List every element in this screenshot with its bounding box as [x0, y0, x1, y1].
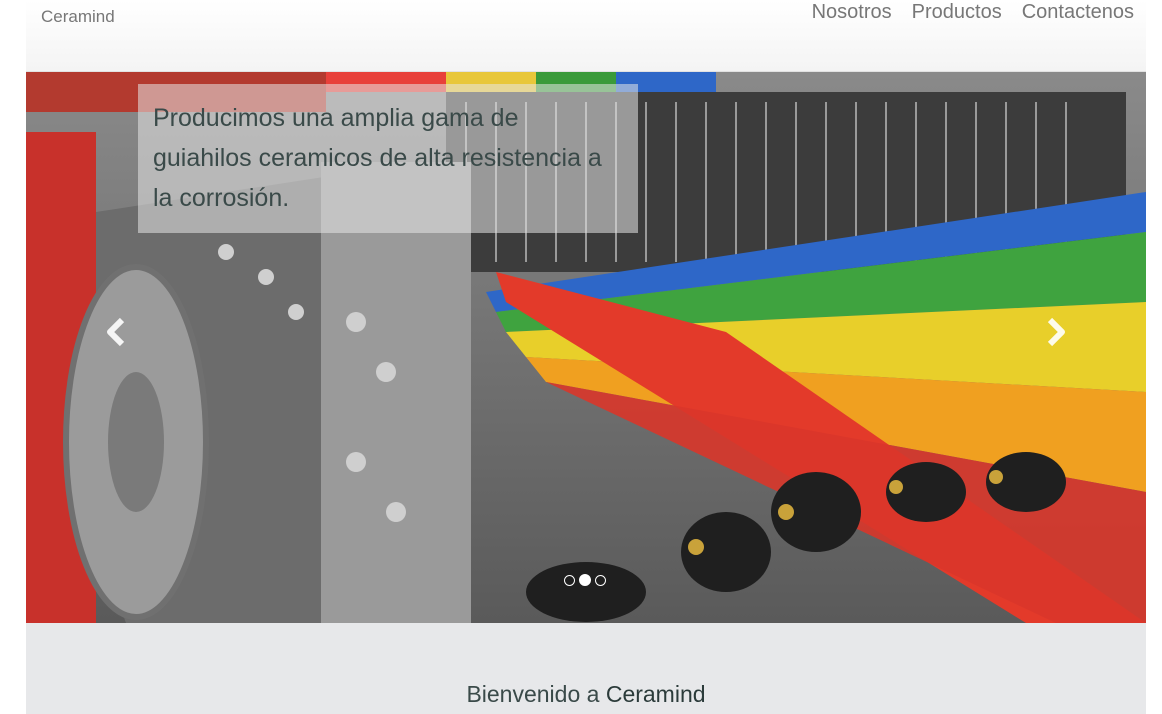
- nav-link-nosotros[interactable]: Nosotros: [812, 0, 892, 24]
- page: Ceramind Nosotros Productos Contactenos: [26, 0, 1146, 714]
- carousel-indicator-2[interactable]: [579, 574, 591, 586]
- welcome-prefix: Bienvenido a: [466, 681, 600, 707]
- caption-text: Producimos una amplia gama de guiahilos …: [153, 104, 602, 212]
- chevron-left-icon: [107, 317, 125, 347]
- carousel-indicators: [564, 574, 606, 586]
- hero-carousel: Producimos una amplia gama de guiahilos …: [26, 72, 1146, 623]
- nav-link-productos[interactable]: Productos: [912, 0, 1002, 24]
- carousel-prev-button[interactable]: [86, 302, 146, 362]
- welcome-title: Bienvenido a Ceramind: [26, 681, 1146, 708]
- chevron-right-icon: [1047, 317, 1065, 347]
- welcome-section: Bienvenido a Ceramind: [26, 623, 1146, 714]
- nav-link-contactenos[interactable]: Contactenos: [1022, 0, 1134, 24]
- carousel-next-button[interactable]: [1026, 302, 1086, 362]
- nav-links: Nosotros Productos Contactenos: [812, 0, 1134, 24]
- welcome-brand: Ceramind: [605, 681, 706, 707]
- brand-link[interactable]: Ceramind: [41, 7, 115, 27]
- carousel-caption: Producimos una amplia gama de guiahilos …: [138, 84, 638, 233]
- carousel-indicator-3[interactable]: [595, 574, 606, 586]
- carousel-indicator-1[interactable]: [564, 574, 575, 586]
- navbar: Ceramind Nosotros Productos Contactenos: [26, 0, 1146, 72]
